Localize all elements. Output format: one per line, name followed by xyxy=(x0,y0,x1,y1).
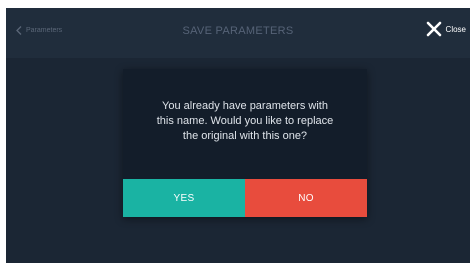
dialog-message-line: the original with this one? xyxy=(182,130,308,142)
no-button-label: NO xyxy=(298,192,314,204)
yes-button-label: YES xyxy=(173,192,195,204)
page-title: SAVE PARAMETERS xyxy=(182,25,294,37)
close-button[interactable]: Close xyxy=(426,21,466,37)
header-bar: Parameters SAVE PARAMETERS Close xyxy=(6,8,470,58)
close-icon xyxy=(426,21,442,37)
dialog-message: You already have parameters with this na… xyxy=(133,99,357,144)
yes-button[interactable]: YES xyxy=(123,179,245,217)
no-button[interactable]: NO xyxy=(245,179,367,217)
replace-confirm-dialog: You already have parameters with this na… xyxy=(123,69,367,217)
close-label: Close xyxy=(445,24,466,34)
app-screen: Parameters SAVE PARAMETERS Close You alr… xyxy=(6,8,470,263)
dialog-message-line: this name. Would you like to replace xyxy=(156,115,334,127)
dialog-message-line: You already have parameters with xyxy=(162,100,328,112)
